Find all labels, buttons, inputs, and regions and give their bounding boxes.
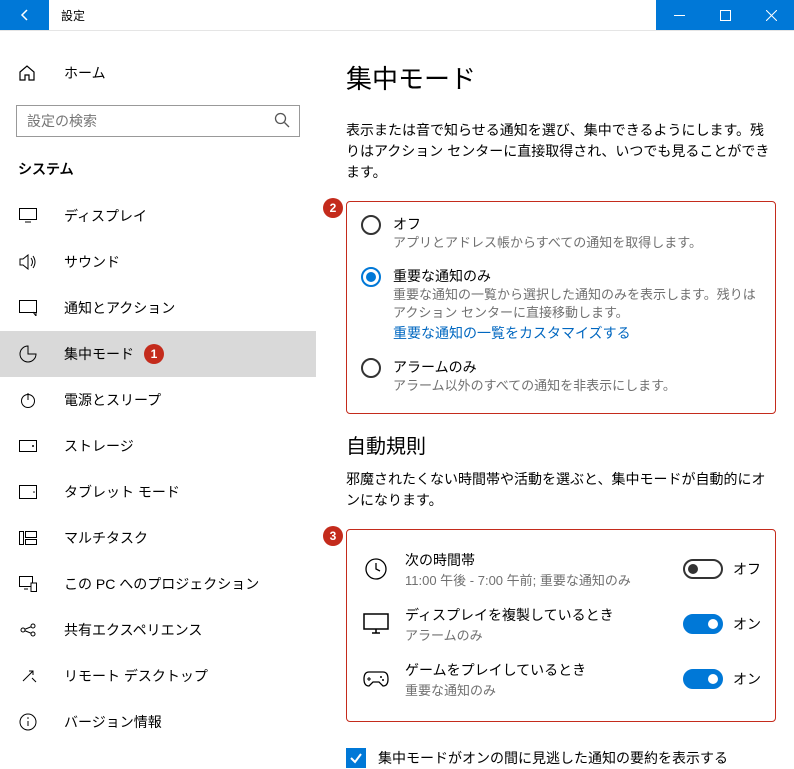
- sidebar-item-remote[interactable]: リモート デスクトップ: [0, 653, 316, 699]
- sidebar-item-label: ディスプレイ: [64, 206, 147, 226]
- sidebar-item-label: この PC へのプロジェクション: [64, 574, 259, 594]
- sidebar-item-label: マルチタスク: [64, 528, 148, 548]
- notifications-icon: [19, 300, 37, 316]
- rule-game-toggle[interactable]: [683, 669, 723, 689]
- page-title: 集中モード: [346, 53, 776, 96]
- radio-off-sub: アプリとアドレス帳からすべての通知を取得します。: [393, 234, 761, 252]
- sidebar-item-power[interactable]: 電源とスリープ: [0, 377, 316, 423]
- sidebar-item-label: タブレット モード: [64, 482, 180, 502]
- focus-icon: [19, 345, 37, 363]
- auto-rules-desc: 邪魔されたくない時間帯や活動を選ぶと、集中モードが自動的にオンになります。: [346, 469, 776, 511]
- annotation-badge: 1: [144, 344, 164, 364]
- sidebar-item-shared[interactable]: 共有エクスペリエンス: [0, 607, 316, 653]
- back-button[interactable]: [0, 0, 49, 30]
- share-icon: [19, 621, 37, 639]
- radio-off-label: オフ: [393, 214, 761, 234]
- rule-dup-sub: アラームのみ: [405, 625, 683, 644]
- arrow-left-icon: [17, 7, 33, 23]
- rule-time-state: オフ: [733, 559, 761, 579]
- sidebar-item-label: ストレージ: [64, 436, 134, 456]
- sidebar-item-focus-assist[interactable]: 集中モード 1: [0, 331, 316, 377]
- radio-priority[interactable]: [361, 267, 381, 287]
- maximize-button[interactable]: [702, 0, 748, 30]
- checkmark-icon: [349, 751, 363, 765]
- home-icon: [18, 64, 36, 82]
- auto-rules-group: 3 次の時間帯 11:00 午後 - 7:00 午前; 重要な通知のみ オフ デ…: [346, 529, 776, 722]
- close-button[interactable]: [748, 0, 794, 30]
- radio-priority-sub: 重要な通知の一覧から選択した通知のみを表示します。残りはアクション センターに直…: [393, 286, 761, 322]
- titlebar: 設定: [0, 0, 794, 31]
- multitask-icon: [19, 531, 37, 545]
- auto-rules-heading: 自動規則: [346, 430, 776, 459]
- sidebar-item-projection[interactable]: この PC へのプロジェクション: [0, 561, 316, 607]
- remote-icon: [19, 667, 37, 685]
- monitor-icon: [363, 613, 389, 635]
- search-icon: [274, 112, 290, 128]
- sidebar-item-sound[interactable]: サウンド: [0, 239, 316, 285]
- sidebar-item-display[interactable]: ディスプレイ: [0, 193, 316, 239]
- rule-dup-toggle[interactable]: [683, 614, 723, 634]
- rule-gaming[interactable]: ゲームをプレイしているとき 重要な通知のみ オン: [361, 652, 761, 707]
- sidebar-item-label: リモート デスクトップ: [64, 666, 208, 686]
- sidebar-item-label: 集中モード: [64, 344, 134, 364]
- sidebar-item-notifications[interactable]: 通知とアクション: [0, 285, 316, 331]
- info-icon: [19, 713, 37, 731]
- close-icon: [766, 10, 777, 21]
- sidebar-home-label: ホーム: [64, 63, 106, 83]
- gamepad-icon: [363, 670, 389, 688]
- page-description: 表示または音で知らせる通知を選び、集中できるようにします。残りはアクション セン…: [346, 120, 776, 183]
- summary-checkbox[interactable]: [346, 748, 366, 768]
- rule-time[interactable]: 次の時間帯 11:00 午後 - 7:00 午前; 重要な通知のみ オフ: [361, 542, 761, 597]
- sidebar-item-tablet[interactable]: タブレット モード: [0, 469, 316, 515]
- rule-game-sub: 重要な通知のみ: [405, 680, 683, 699]
- sidebar: ホーム システム ディスプレイ サウンド 通知とアクション 集中モード 1: [0, 31, 316, 769]
- storage-icon: [19, 440, 37, 452]
- minimize-icon: [674, 10, 685, 21]
- minimize-button[interactable]: [656, 0, 702, 30]
- radio-priority-label: 重要な通知のみ: [393, 266, 761, 286]
- projection-icon: [19, 576, 37, 592]
- search-input[interactable]: [16, 105, 300, 137]
- annotation-badge: 2: [323, 198, 343, 218]
- summary-check-row[interactable]: 集中モードがオンの間に見逃した通知の要約を表示する: [346, 738, 776, 768]
- rule-dup-label: ディスプレイを複製しているとき: [405, 605, 683, 625]
- radio-off[interactable]: [361, 215, 381, 235]
- radio-alarms-label: アラームのみ: [393, 357, 761, 377]
- radio-alarms-sub: アラーム以外のすべての通知を非表示にします。: [393, 377, 761, 395]
- clock-icon: [364, 557, 388, 581]
- rule-time-sub: 11:00 午後 - 7:00 午前; 重要な通知のみ: [405, 570, 683, 589]
- sidebar-section: システム: [0, 155, 316, 193]
- maximize-icon: [720, 10, 731, 21]
- annotation-badge: 3: [323, 526, 343, 546]
- radio-alarms[interactable]: [361, 358, 381, 378]
- tablet-icon: [19, 485, 37, 499]
- sidebar-item-label: 共有エクスペリエンス: [64, 620, 202, 640]
- sidebar-item-label: 電源とスリープ: [64, 390, 161, 410]
- summary-check-label: 集中モードがオンの間に見逃した通知の要約を表示する: [378, 748, 728, 768]
- sidebar-item-storage[interactable]: ストレージ: [0, 423, 316, 469]
- sidebar-item-label: バージョン情報: [64, 712, 162, 732]
- rule-duplicate-display[interactable]: ディスプレイを複製しているとき アラームのみ オン: [361, 597, 761, 652]
- rule-game-state: オン: [733, 669, 761, 689]
- sidebar-item-label: サウンド: [64, 252, 120, 272]
- focus-options-group: 2 オフ アプリとアドレス帳からすべての通知を取得します。 重要な通知のみ 重要…: [346, 201, 776, 414]
- window-controls: [656, 0, 794, 30]
- sidebar-home[interactable]: ホーム: [0, 53, 316, 93]
- sidebar-item-about[interactable]: バージョン情報: [0, 699, 316, 745]
- customize-priority-link[interactable]: 重要な通知の一覧をカスタマイズする: [393, 323, 761, 343]
- rule-time-label: 次の時間帯: [405, 550, 683, 570]
- sidebar-item-label: 通知とアクション: [64, 298, 175, 318]
- rule-time-toggle[interactable]: [683, 559, 723, 579]
- sidebar-item-multitask[interactable]: マルチタスク: [0, 515, 316, 561]
- content: 集中モード 表示または音で知らせる通知を選び、集中できるようにします。残りはアク…: [316, 31, 794, 769]
- rule-dup-state: オン: [733, 614, 761, 634]
- window-title: 設定: [49, 0, 656, 30]
- power-icon: [19, 391, 37, 409]
- sound-icon: [19, 254, 37, 270]
- display-icon: [19, 208, 37, 224]
- rule-game-label: ゲームをプレイしているとき: [405, 660, 683, 680]
